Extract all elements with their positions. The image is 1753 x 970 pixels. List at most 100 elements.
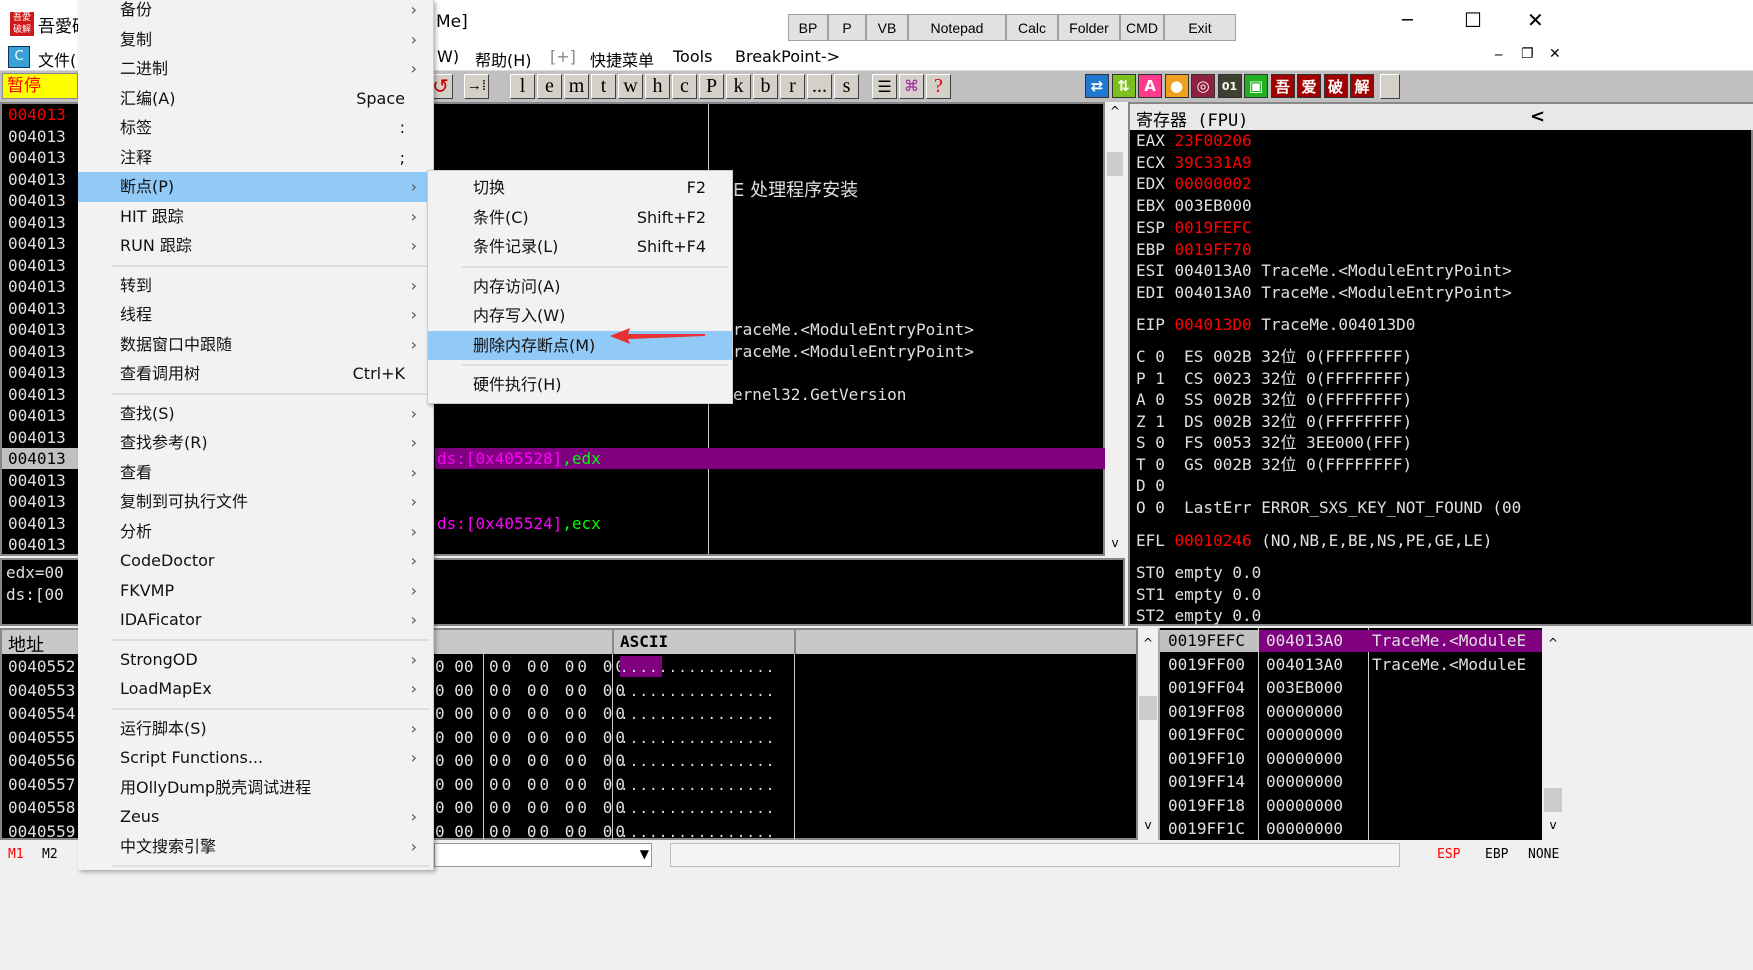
context-menu-item[interactable]: 转到 ›: [78, 271, 433, 301]
dump-hex[interactable]: 0 00: [435, 656, 474, 677]
maximize-button[interactable]: ☐: [1464, 8, 1482, 32]
context-menu-item[interactable]: 二进制 ›: [78, 54, 433, 84]
toolbar-button-P[interactable]: P: [699, 74, 724, 99]
tree-icon[interactable]: ⌘: [899, 74, 924, 99]
disasm-address[interactable]: 004013: [2, 147, 78, 168]
disasm-address[interactable]: 004013: [2, 427, 78, 448]
toolbar-button-m[interactable]: m: [564, 74, 589, 99]
context-menu-item[interactable]: 查找参考(R) ›: [78, 428, 433, 458]
dump-hex[interactable]: 0 00: [435, 703, 474, 724]
command-field[interactable]: [670, 843, 1400, 867]
dump-hex[interactable]: 00 00 00 00: [489, 680, 628, 701]
toolbar-button-c[interactable]: c: [672, 74, 697, 99]
disasm-address[interactable]: 004013: [2, 491, 78, 512]
disasm-address[interactable]: 004013: [2, 384, 78, 405]
toolbar-button-s[interactable]: s: [834, 74, 859, 99]
register-eax[interactable]: EAX 23F00206: [1136, 130, 1252, 151]
context-menu-item[interactable]: 注释;: [78, 143, 433, 173]
stack-value[interactable]: 00000000: [1266, 795, 1343, 816]
stack-value[interactable]: 00000000: [1266, 701, 1343, 722]
toolbar-button-e[interactable]: e: [537, 74, 562, 99]
register-value[interactable]: 004013A0: [1175, 261, 1252, 280]
dump-hex[interactable]: 0 00: [435, 821, 474, 842]
updown-icon[interactable]: ⇅: [1111, 74, 1136, 98]
mdi-restore-button[interactable]: ❐: [1521, 46, 1534, 62]
register-ecx[interactable]: ECX 39C331A9: [1136, 152, 1252, 173]
swap-icon[interactable]: ⇄: [1085, 74, 1109, 98]
dump-hex[interactable]: 0 00: [435, 750, 474, 771]
disasm-address[interactable]: 004013: [2, 276, 78, 297]
dump-address[interactable]: 0040554: [8, 703, 75, 724]
context-menu-item[interactable]: 复制 ›: [78, 25, 433, 55]
disasm-address[interactable]: 004013: [2, 104, 78, 125]
context-menu-item[interactable]: 线程 ›: [78, 300, 433, 330]
toolbar-button-w[interactable]: w: [618, 74, 643, 99]
flag-row[interactable]: Z 1 DS 002B 32位 0(FFFFFFFF): [1136, 411, 1412, 432]
dump-address[interactable]: 0040555: [8, 727, 75, 748]
target-icon[interactable]: ◎: [1191, 74, 1215, 98]
a-icon[interactable]: A: [1138, 74, 1162, 98]
flag-row[interactable]: S 0 FS 0053 32位 3EE000(FFF): [1136, 432, 1412, 453]
stack-address[interactable]: 0019FF08: [1168, 701, 1245, 722]
flag-row[interactable]: D 0: [1136, 475, 1165, 496]
dump-address[interactable]: 0040558: [8, 797, 75, 818]
disasm-address[interactable]: 004013: [2, 362, 78, 383]
context-menu-item[interactable]: 查看调用树 Ctrl+K: [78, 359, 433, 389]
context-menu-item[interactable]: 查看 ›: [78, 458, 433, 488]
stack-value[interactable]: 00000000: [1266, 771, 1343, 792]
register-ebp[interactable]: EBP 0019FF70: [1136, 239, 1252, 260]
list-icon[interactable]: ☰: [872, 74, 897, 99]
quick-button-calc[interactable]: Calc: [1006, 14, 1058, 41]
dump-hex[interactable]: 00 00 00 00: [489, 727, 628, 748]
register-value[interactable]: 0019FEFC: [1175, 218, 1252, 237]
menu-help[interactable]: 帮助(H): [475, 47, 532, 71]
quick-button-bp[interactable]: BP: [788, 14, 828, 41]
disasm-operand[interactable]: ds:[0x405524],ecx: [437, 513, 601, 534]
fpu-row[interactable]: ST0 empty 0.0: [1136, 562, 1261, 583]
menu-quick[interactable]: 快捷菜单: [590, 47, 654, 71]
stack-address[interactable]: 0019FF14: [1168, 771, 1245, 792]
stack-value[interactable]: 00000000: [1266, 818, 1343, 839]
dump-hex[interactable]: 00 00 00 00: [489, 703, 628, 724]
disasm-operand[interactable]: ds:[0x405528],edx: [437, 448, 601, 469]
context-menu-item[interactable]: 查找(S) ›: [78, 399, 433, 429]
toolbar-button-more[interactable]: ...: [807, 74, 832, 99]
flag-row[interactable]: O 0 LastErr ERROR_SXS_KEY_NOT_FOUND (00: [1136, 497, 1521, 518]
submenu-item[interactable]: 切换 F2: [428, 173, 732, 203]
dump-hex[interactable]: 00 00 00 00: [489, 797, 628, 818]
stack-value[interactable]: 004013A0: [1266, 630, 1343, 651]
menu-tools[interactable]: Tools: [673, 47, 712, 66]
context-menu-item[interactable]: 用OllyDump脱壳调试进程: [78, 773, 433, 803]
po-icon[interactable]: 破: [1323, 74, 1348, 98]
flag-row[interactable]: P 1 CS 0023 32位 0(FFFFFFFF): [1136, 368, 1412, 389]
menu-plus[interactable]: [+]: [550, 47, 576, 66]
context-menu-item[interactable]: LoadMapEx ›: [78, 674, 433, 704]
dump-ascii[interactable]: ................: [620, 703, 792, 724]
dump-hex[interactable]: 0 00: [435, 774, 474, 795]
quick-button-vb[interactable]: VB: [866, 14, 908, 41]
register-value[interactable]: 00010246: [1175, 531, 1252, 550]
mdi-minimize-button[interactable]: ─: [1495, 48, 1502, 62]
toolbar-button-t[interactable]: t: [591, 74, 616, 99]
disasm-address[interactable]: 004013: [2, 513, 78, 534]
dump-ascii[interactable]: ................: [620, 821, 792, 842]
dump-address[interactable]: 0040556: [8, 750, 75, 771]
context-menu-item[interactable]: 数据窗口中跟随 ›: [78, 330, 433, 360]
flag-row[interactable]: C 0 ES 002B 32位 0(FFFFFFFF): [1136, 346, 1412, 367]
trace-into-icon[interactable]: →⁞: [464, 74, 489, 99]
dump-hex[interactable]: 0 00: [435, 727, 474, 748]
none-button[interactable]: NONE: [1528, 847, 1559, 862]
dump-ascii[interactable]: ................: [620, 750, 792, 771]
disasm-address[interactable]: 004013: [2, 298, 78, 319]
dump-ascii[interactable]: ................: [620, 797, 792, 818]
context-menu-item[interactable]: StrongOD ›: [78, 645, 433, 675]
dump-ascii[interactable]: ................: [620, 727, 792, 748]
stack-scrollbar[interactable]: ^ v: [1542, 628, 1564, 840]
context-menu-item[interactable]: Script Functions... ›: [78, 743, 433, 773]
stack-address[interactable]: 0019FF18: [1168, 795, 1245, 816]
ebp-button[interactable]: EBP: [1485, 847, 1508, 862]
context-menu-item[interactable]: 标签:: [78, 113, 433, 143]
binary-icon[interactable]: 01: [1217, 74, 1242, 98]
collapse-icon[interactable]: <: [1530, 106, 1545, 127]
context-menu-item[interactable]: 汇编(A) Space: [78, 84, 433, 114]
